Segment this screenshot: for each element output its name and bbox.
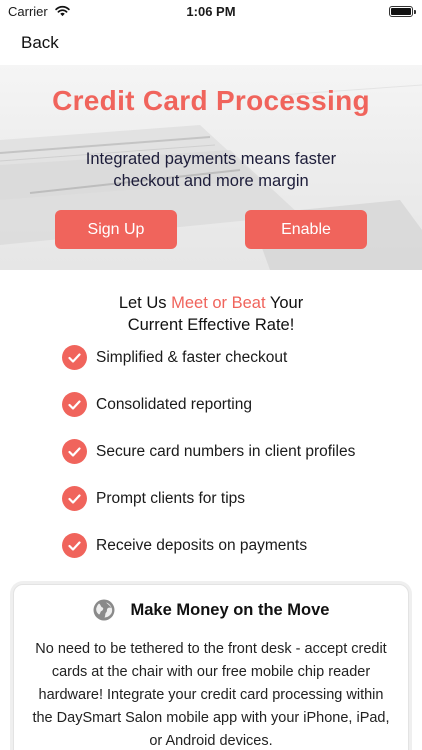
rate-heading-prefix: Let Us (118, 294, 172, 312)
feature-label: Prompt clients for tips (96, 490, 246, 507)
feature-item: Secure card numbers in client profiles (62, 439, 402, 486)
status-time: 1:06 PM (186, 4, 236, 19)
rate-heading-highlight: Meet or Beat (171, 294, 266, 312)
hero-title: Credit Card Processing (52, 85, 370, 116)
feature-list: Simplified & faster checkout Consolidate… (62, 345, 402, 580)
globe-icon (93, 599, 115, 621)
feature-label: Simplified & faster checkout (96, 349, 288, 366)
card-header: Make Money on the Move (14, 599, 408, 621)
card-body: No need to be tethered to the front desk… (32, 641, 390, 749)
rate-heading: Let Us Meet or Beat Your Current Effecti… (0, 292, 422, 336)
check-icon (62, 345, 87, 370)
enable-button[interactable]: Enable (245, 210, 367, 249)
check-icon (62, 486, 87, 511)
back-button[interactable]: Back (21, 33, 59, 53)
feature-label: Receive deposits on payments (96, 537, 308, 554)
feature-item: Consolidated reporting (62, 392, 402, 439)
feature-item: Prompt clients for tips (62, 486, 402, 533)
check-icon (62, 533, 87, 558)
rate-heading-suffix: Your (265, 294, 304, 312)
card-title: Make Money on the Move (130, 600, 330, 619)
hero-subtitle: Integrated payments means faster checkou… (85, 150, 337, 190)
feature-item: Simplified & faster checkout (62, 345, 402, 392)
check-icon (62, 439, 87, 464)
feature-label: Secure card numbers in client profiles (96, 443, 356, 460)
check-icon (62, 392, 87, 417)
feature-label: Consolidated reporting (96, 396, 252, 413)
hero-banner: Credit Card Processing Integrated paymen… (0, 65, 422, 270)
status-bar: Carrier 1:06 PM (0, 0, 422, 24)
mobile-info-card: Make Money on the Move No need to be tet… (13, 584, 409, 750)
sign-up-button[interactable]: Sign Up (55, 210, 177, 249)
feature-item: Receive deposits on payments (62, 533, 402, 580)
rate-heading-line2: Current Effective Rate! (127, 316, 295, 334)
battery-icon (389, 6, 416, 17)
